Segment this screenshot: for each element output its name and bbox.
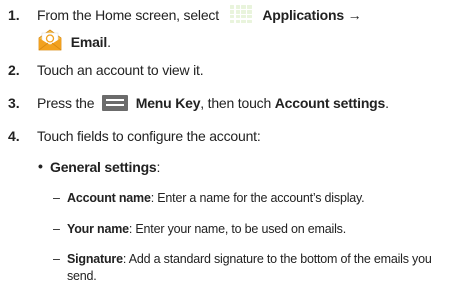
account-name-desc: : Enter a name for the account’s display… (150, 191, 365, 205)
menu-key-label: Menu Key (135, 95, 201, 111)
your-name-dash: – (53, 222, 60, 236)
step-1-number: 1. (8, 7, 20, 23)
applications-grid-icon (226, 2, 255, 27)
step-3-text-a: Press the (37, 95, 95, 111)
step-3-line: Press the Menu Key, then touch Account s… (37, 94, 389, 112)
signature-label: Signature (67, 252, 123, 266)
step-1-text: From the Home screen, select (37, 7, 219, 23)
signature-dash: – (53, 252, 60, 266)
step-2-text: Touch an account to view it. (37, 62, 204, 78)
general-settings-bullet: • (38, 158, 43, 174)
email-envelope-icon (37, 29, 63, 51)
general-settings-colon: : (156, 159, 161, 175)
email-label: Email (70, 34, 108, 50)
general-settings-label: General settings (50, 159, 157, 175)
signature-desc: : Add a standard signature to the bottom… (122, 252, 432, 266)
step-4-text: Touch fields to configure the account: (37, 128, 261, 144)
menu-key-icon (102, 94, 129, 111)
account-name-dash: – (53, 191, 60, 205)
step-3-text-b: , then touch (200, 95, 272, 111)
account-name-item: Account name: Enter a name for the accou… (67, 190, 365, 206)
step-1-period: . (107, 34, 111, 50)
signature-desc-continued: send. (67, 269, 97, 283)
step-3-period: . (385, 95, 389, 111)
step-4-number: 4. (8, 128, 20, 144)
step-2-number: 2. (8, 62, 20, 78)
signature-item: Signature: Add a standard signature to t… (67, 251, 432, 267)
step-1-line-2: Email. (37, 29, 111, 51)
applications-label: Applications → (262, 7, 362, 23)
general-settings-line: General settings: (50, 158, 160, 176)
your-name-item: Your name: Enter your name, to be used o… (67, 221, 346, 237)
account-settings-label: Account settings (274, 95, 386, 111)
account-name-label: Account name (67, 191, 151, 205)
your-name-label: Your name (67, 222, 129, 236)
step-3-number: 3. (8, 95, 20, 111)
your-name-desc: : Enter your name, to be used on emails. (128, 222, 346, 236)
step-1-line-1: From the Home screen, select Application… (37, 2, 362, 27)
instruction-page: 1. From the Home screen, select Applicat… (0, 0, 464, 301)
